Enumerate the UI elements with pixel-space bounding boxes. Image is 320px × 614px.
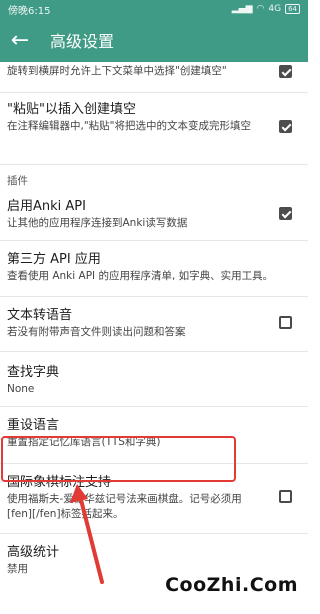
watermark-logo: CooZhi.Com <box>165 574 298 596</box>
annotation-arrow <box>70 484 104 584</box>
